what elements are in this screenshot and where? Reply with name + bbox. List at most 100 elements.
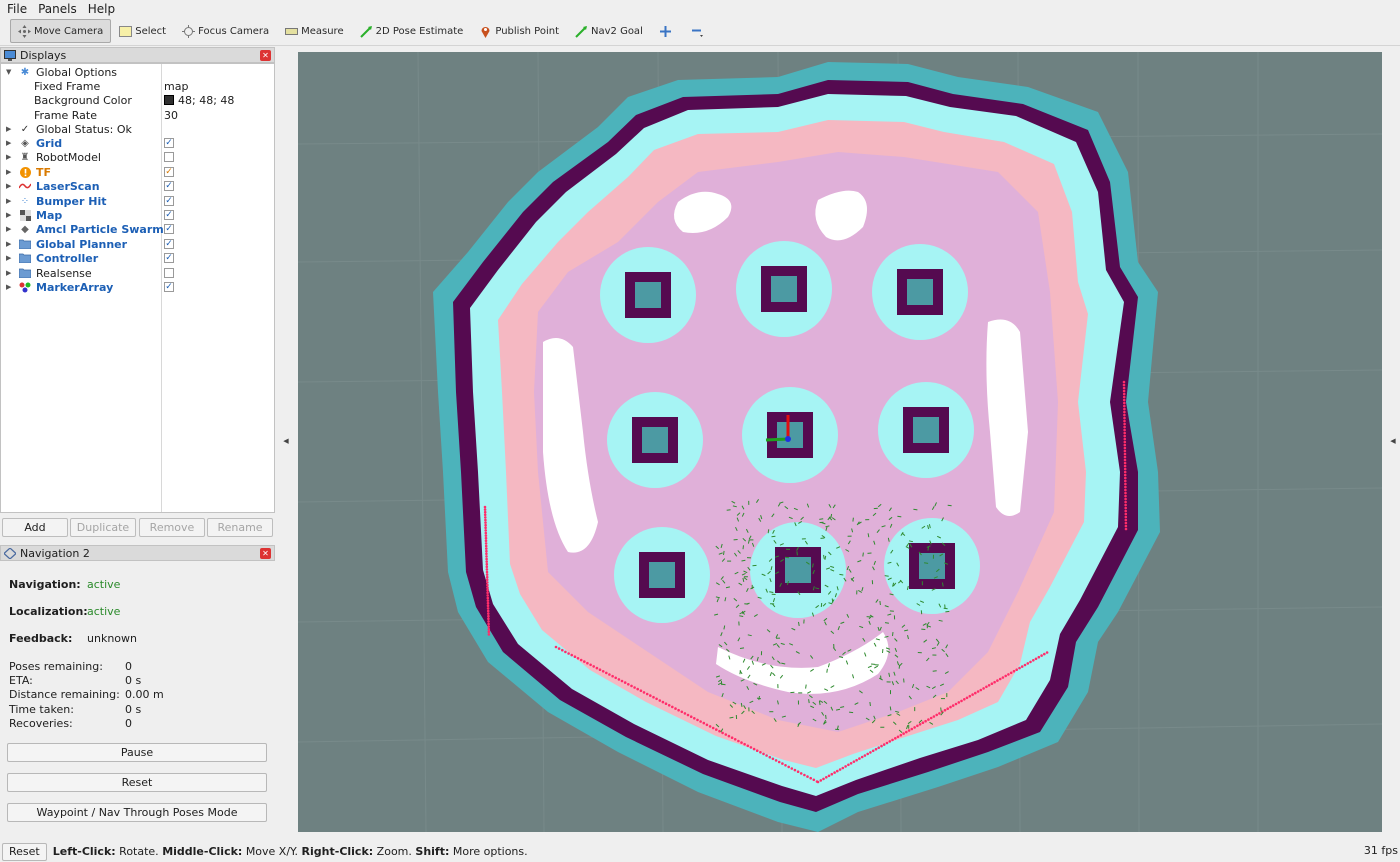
laser-point xyxy=(827,774,831,778)
add-tool-button[interactable] xyxy=(651,19,683,43)
laser-point xyxy=(1123,407,1126,411)
enable-checkbox[interactable]: ✓ xyxy=(164,224,174,234)
enable-checkbox[interactable]: ✓ xyxy=(164,210,174,220)
tree-row-grid[interactable]: ▶ ◈ Grid ✓ xyxy=(1,136,274,150)
laser-point xyxy=(1037,655,1041,659)
tree-row-robotmodel[interactable]: ▶ ♜ RobotModel xyxy=(1,150,274,164)
particle-pose xyxy=(831,598,834,603)
color-swatch xyxy=(164,95,174,105)
laser-point xyxy=(979,688,983,692)
select-tool[interactable]: Select xyxy=(111,19,174,43)
tree-row-controller[interactable]: ▶ Controller ✓ xyxy=(1,251,274,265)
waypoint-mode-button[interactable]: Waypoint / Nav Through Poses Mode xyxy=(7,803,267,822)
particle-pose xyxy=(897,515,902,518)
laser-point xyxy=(576,657,580,660)
enable-checkbox[interactable]: ✓ xyxy=(164,196,174,206)
laser-point xyxy=(888,740,892,743)
expand-arrow-icon[interactable]: ▶ xyxy=(6,125,14,133)
publish-point-tool[interactable]: Publish Point xyxy=(471,19,567,43)
enable-checkbox[interactable]: ✓ xyxy=(164,253,174,263)
tree-row-frame-rate[interactable]: Frame Rate 30 xyxy=(1,108,274,122)
laser-point xyxy=(830,772,834,776)
add-button[interactable]: Add xyxy=(2,518,68,537)
expand-arrow-icon[interactable]: ▶ xyxy=(6,225,14,233)
tree-row-amcl-particle-swarm[interactable]: ▶ ◆ Amcl Particle Swarm ✓ xyxy=(1,222,274,236)
enable-checkbox[interactable]: ✓ xyxy=(164,282,174,292)
laser-point xyxy=(1040,654,1043,657)
close-icon[interactable]: ✕ xyxy=(260,548,271,559)
expand-arrow-icon[interactable]: ▶ xyxy=(6,168,14,176)
view-reset-button[interactable]: Reset xyxy=(2,842,47,861)
laser-point xyxy=(1034,657,1038,661)
render-viewport[interactable] xyxy=(298,52,1382,832)
tree-row-tf[interactable]: ▶ TF ✓ xyxy=(1,165,274,179)
color-value-text: 48; 48; 48 xyxy=(178,93,235,107)
expand-arrow-icon[interactable]: ▶ xyxy=(6,269,14,277)
expand-arrow-icon[interactable]: ▶ xyxy=(6,211,14,219)
tree-row-realsense[interactable]: ▶ Realsense xyxy=(1,266,274,280)
pause-button[interactable]: Pause xyxy=(7,743,267,762)
frame-rate-value[interactable]: 30 xyxy=(164,109,178,122)
enable-checkbox[interactable] xyxy=(164,268,174,278)
laser-point xyxy=(561,648,564,652)
rename-button[interactable]: Rename xyxy=(207,518,273,537)
reset-button[interactable]: Reset xyxy=(7,773,267,792)
right-collapse-handle[interactable]: ◀ xyxy=(1388,437,1398,445)
laser-point xyxy=(812,778,816,782)
expand-arrow-icon[interactable]: ▶ xyxy=(6,240,14,248)
move-camera-tool[interactable]: Move Camera xyxy=(10,19,112,43)
tree-row-global-status[interactable]: ▶ ✓ Global Status: Ok xyxy=(1,122,274,136)
laser-point xyxy=(718,729,721,733)
recoveries-value: 0 xyxy=(125,717,132,730)
laser-point xyxy=(1015,668,1018,671)
expand-arrow-icon[interactable]: ▶ xyxy=(6,254,14,262)
pose-estimate-tool[interactable]: 2D Pose Estimate xyxy=(352,19,472,43)
laser-point xyxy=(487,630,491,634)
expand-arrow-icon[interactable]: ▶ xyxy=(6,283,14,291)
laser-point xyxy=(866,752,869,756)
remove-button[interactable]: Remove xyxy=(139,518,205,537)
laser-point xyxy=(793,768,797,772)
menu-panels[interactable]: Panels xyxy=(31,2,81,16)
close-icon[interactable]: ✕ xyxy=(260,50,271,61)
tree-row-bumper-hit[interactable]: ▶ ⁘ Bumper Hit ✓ xyxy=(1,194,274,208)
tree-row-fixed-frame[interactable]: Fixed Frame map xyxy=(1,79,274,93)
menu-bar: File Panels Help xyxy=(0,0,1400,17)
fixed-frame-value[interactable]: map xyxy=(164,80,188,93)
tree-row-map[interactable]: ▶ Map ✓ xyxy=(1,208,274,222)
left-collapse-handle[interactable]: ◀ xyxy=(281,437,291,445)
laser-point xyxy=(762,752,765,756)
expand-arrow-icon[interactable]: ▶ xyxy=(6,139,14,147)
tree-row-background-color[interactable]: Background Color 48; 48; 48 xyxy=(1,93,274,107)
laser-point xyxy=(1122,389,1126,393)
measure-tool[interactable]: Measure xyxy=(277,19,352,43)
point-cloud-icon: ⁘ xyxy=(20,195,30,207)
duplicate-button[interactable]: Duplicate xyxy=(70,518,136,537)
enable-checkbox[interactable]: ✓ xyxy=(164,138,174,148)
menu-help[interactable]: Help xyxy=(81,2,119,16)
enable-checkbox[interactable]: ✓ xyxy=(164,167,174,177)
laser-point xyxy=(1124,494,1127,498)
expand-arrow-icon[interactable]: ▶ xyxy=(6,182,14,190)
expand-arrow-icon[interactable]: ▶ xyxy=(6,197,14,205)
remove-tool-button[interactable] xyxy=(683,19,715,43)
background-color-value[interactable]: 48; 48; 48 xyxy=(164,94,234,107)
tree-row-global-planner[interactable]: ▶ Global Planner ✓ xyxy=(1,237,274,251)
tree-row-markerarray[interactable]: ▶ MarkerArray ✓ xyxy=(1,280,274,294)
tree-row-global-options[interactable]: ▼ ✱ Global Options xyxy=(1,65,274,79)
laser-point xyxy=(1123,473,1127,477)
menu-file[interactable]: File xyxy=(0,2,31,16)
enable-checkbox[interactable]: ✓ xyxy=(164,181,174,191)
expand-arrow-icon[interactable]: ▶ xyxy=(6,153,14,161)
laser-point xyxy=(485,547,488,550)
laser-point xyxy=(1018,666,1021,670)
focus-camera-tool[interactable]: Focus Camera xyxy=(174,19,277,43)
enable-checkbox[interactable]: ✓ xyxy=(164,239,174,249)
enable-checkbox[interactable] xyxy=(164,152,174,162)
tree-label: LaserScan xyxy=(36,179,100,193)
tree-row-laserscan[interactable]: ▶ LaserScan ✓ xyxy=(1,179,274,193)
laser-point xyxy=(633,686,636,689)
nav2-goal-tool[interactable]: Nav2 Goal xyxy=(567,19,651,43)
particle-pose xyxy=(798,621,800,626)
expand-arrow-icon[interactable]: ▼ xyxy=(6,68,14,76)
